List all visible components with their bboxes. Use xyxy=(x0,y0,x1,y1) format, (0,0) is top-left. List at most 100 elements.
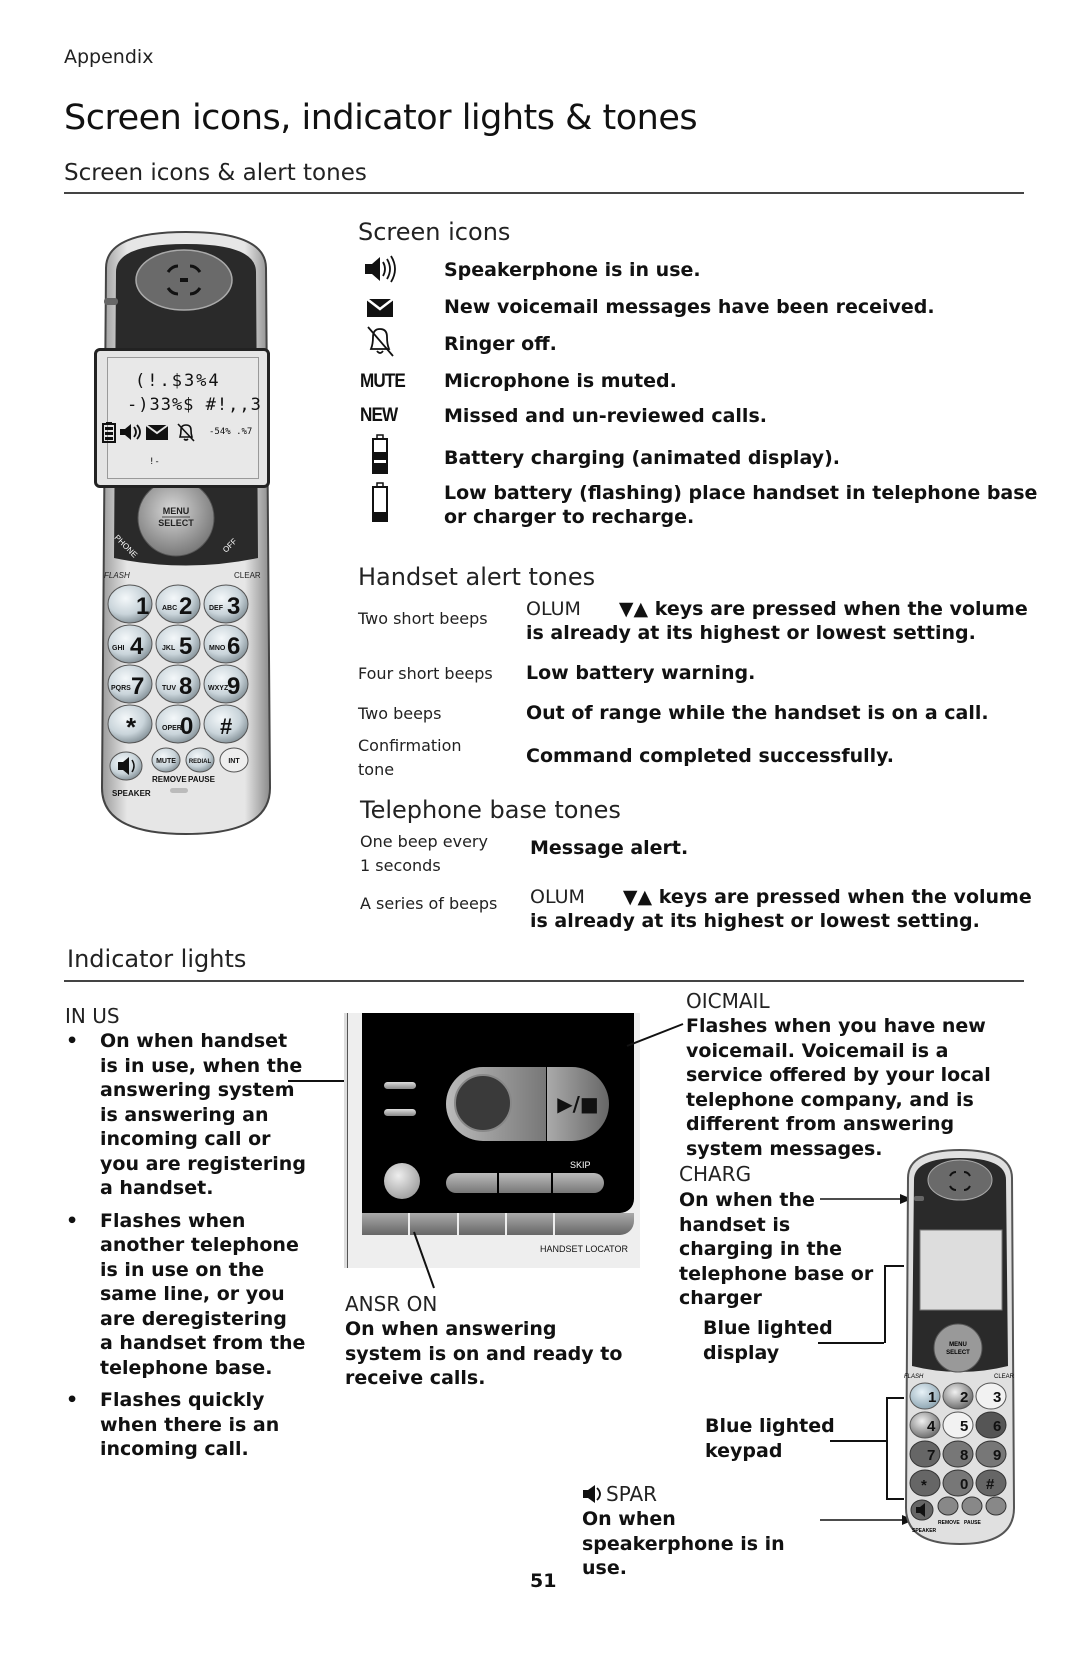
key-5: JKL 5 xyxy=(155,624,201,664)
leader-line xyxy=(288,1080,344,1082)
tone-desc: OLUM ▼▲ keys are pressed when the volume … xyxy=(530,885,1050,933)
tone-desc: Out of range while the handset is on a c… xyxy=(526,702,989,724)
display-line-2: -)33%$ #!,,3 xyxy=(127,395,262,415)
tone-desc: Command completed successfully. xyxy=(526,745,894,767)
tone-label: Confirmation tone xyxy=(358,736,462,779)
tone-desc: Low battery warning. xyxy=(526,662,756,684)
handset-illustration: MENU SELECT PHONE OFF FLASH CLEAR 1 ABC 2… xyxy=(94,228,276,838)
tone-label: A series of beeps xyxy=(360,894,498,913)
play-stop-icon: ▶/■ xyxy=(557,1092,599,1116)
tone-desc: OLUM ▼▲ keys are pressed when the volume … xyxy=(526,597,1046,645)
leader-line xyxy=(626,1023,684,1047)
speaker-desc: On when speakerphone is in use. xyxy=(582,1508,785,1579)
key-8: TUV 8 xyxy=(155,664,201,704)
ansr-on-desc: On when answering system is on and ready… xyxy=(345,1318,623,1389)
charge-desc: On when the handset is charging in the t… xyxy=(679,1189,874,1309)
int-key: INT xyxy=(219,747,249,773)
voicemail-led xyxy=(384,1109,416,1116)
mute-label: MUTE xyxy=(360,371,406,392)
svg-text:OPER: OPER xyxy=(162,725,182,732)
key-2: ABC 2 xyxy=(155,584,201,624)
key-hash: # xyxy=(203,704,249,744)
redial-key: REDIAL xyxy=(185,747,215,773)
screen-icons-heading: Screen icons xyxy=(358,218,511,246)
remove-label: REMOVE xyxy=(938,1520,960,1526)
svg-text:8: 8 xyxy=(179,673,192,700)
speaker-label: SPEAKER xyxy=(112,789,151,798)
svg-text:4: 4 xyxy=(130,633,144,660)
svg-text:MNO: MNO xyxy=(209,645,226,652)
speaker-icon xyxy=(120,424,141,440)
tone-label: Two short beeps xyxy=(358,609,488,628)
ringer-off-icon xyxy=(177,423,195,442)
key-3: 3 xyxy=(993,1389,1001,1406)
bottom-buttons xyxy=(362,1213,634,1235)
key-4: 4 xyxy=(927,1418,936,1435)
svg-text:1: 1 xyxy=(136,593,149,620)
speaker-title-text: SPAR xyxy=(606,1482,658,1506)
speaker-icon xyxy=(355,254,405,284)
handset-body: MENU SELECT PHONE OFF FLASH CLEAR 1 ABC 2… xyxy=(100,230,272,836)
key-star: * xyxy=(107,704,153,744)
menu-label: MENU xyxy=(949,1342,967,1348)
voicemail-title: OICMAIL xyxy=(686,989,770,1013)
icon-desc-envelope: New voicemail messages have been receive… xyxy=(444,296,935,318)
skip-buttons xyxy=(446,1173,604,1193)
svg-text:6: 6 xyxy=(227,633,240,660)
key-0: 0 xyxy=(960,1476,968,1493)
clear-label: CLEAR xyxy=(234,571,261,580)
base-illustration: ▶/■ SKIP HANDSET LOCATOR xyxy=(344,1013,640,1268)
key-4: GHI 4 xyxy=(107,624,153,664)
leader-line xyxy=(830,1440,886,1442)
key-1: 1 xyxy=(107,584,153,624)
bullet-item: Flashes quickly when there is an incomin… xyxy=(66,1388,306,1462)
volume-arrows-icon: ▼▲ xyxy=(622,886,653,908)
handset-locator-label: HANDSET LOCATOR xyxy=(540,1244,629,1254)
svg-text:GHI: GHI xyxy=(112,645,125,652)
speaker-label: SPEAKER xyxy=(912,1528,937,1534)
section-label: Appendix xyxy=(64,46,154,68)
handset-display: (!.$3%4 -)33%$ #!,,3 -54% .%7 !- xyxy=(94,348,270,488)
leader-line xyxy=(884,1265,886,1343)
leader-line xyxy=(818,1342,884,1344)
display-line-4: !- xyxy=(149,457,160,467)
page-title: Screen icons, indicator lights & tones xyxy=(64,98,698,138)
envelope-icon xyxy=(145,424,169,440)
blue-display-label: Blue lighted display xyxy=(703,1317,833,1364)
pause-label: PAUSE xyxy=(964,1520,982,1526)
tone-label: Four short beeps xyxy=(358,664,493,683)
speaker-icon xyxy=(583,1485,601,1503)
key-7: 7 xyxy=(927,1447,935,1464)
svg-text:7: 7 xyxy=(131,673,144,700)
voicemail-desc: Flashes when you have new voicemail. Voi… xyxy=(686,1015,991,1160)
icon-desc-battery-low: Low battery (flashing) place handset in … xyxy=(444,482,1038,528)
key-2: 2 xyxy=(960,1389,968,1406)
section-subtitle: Screen icons & alert tones xyxy=(64,160,367,186)
speaker-title: SPAR xyxy=(582,1482,657,1506)
volume-prefix: OLUM xyxy=(530,886,585,908)
mute-key: MUTE xyxy=(151,747,181,773)
svg-text:3: 3 xyxy=(227,593,240,620)
tone-desc: Message alert. xyxy=(530,837,689,859)
skip-label: SKIP xyxy=(570,1160,591,1170)
key-hash: # xyxy=(986,1476,995,1493)
icon-desc-speaker: Speakerphone is in use. xyxy=(444,259,701,281)
leader-line xyxy=(886,1397,888,1499)
charge-title: CHARG xyxy=(679,1162,752,1186)
key-1: 1 xyxy=(928,1389,936,1406)
icon-desc-new: Missed and un-reviewed calls. xyxy=(444,405,767,427)
battery-low-icon xyxy=(355,482,405,524)
flash-label: FLASH xyxy=(904,1374,924,1380)
svg-text:#: # xyxy=(220,714,232,739)
svg-text:5: 5 xyxy=(179,633,192,660)
display-line-1: (!.$3%4 xyxy=(135,371,221,391)
new-label: NEW xyxy=(360,405,398,426)
key-6: 6 xyxy=(993,1418,1001,1435)
svg-text:INT: INT xyxy=(228,758,240,765)
icon-desc-mute: Microphone is muted. xyxy=(444,370,677,392)
handset-small-illustration: MENU SELECT FLASH CLEAR 1 2 3 4 5 6 7 8 … xyxy=(900,1148,1020,1548)
svg-text:2: 2 xyxy=(179,593,192,620)
menu-label: MENU xyxy=(163,506,190,516)
ringer-off-icon xyxy=(355,326,405,357)
tone-label: Two beeps xyxy=(358,704,442,723)
